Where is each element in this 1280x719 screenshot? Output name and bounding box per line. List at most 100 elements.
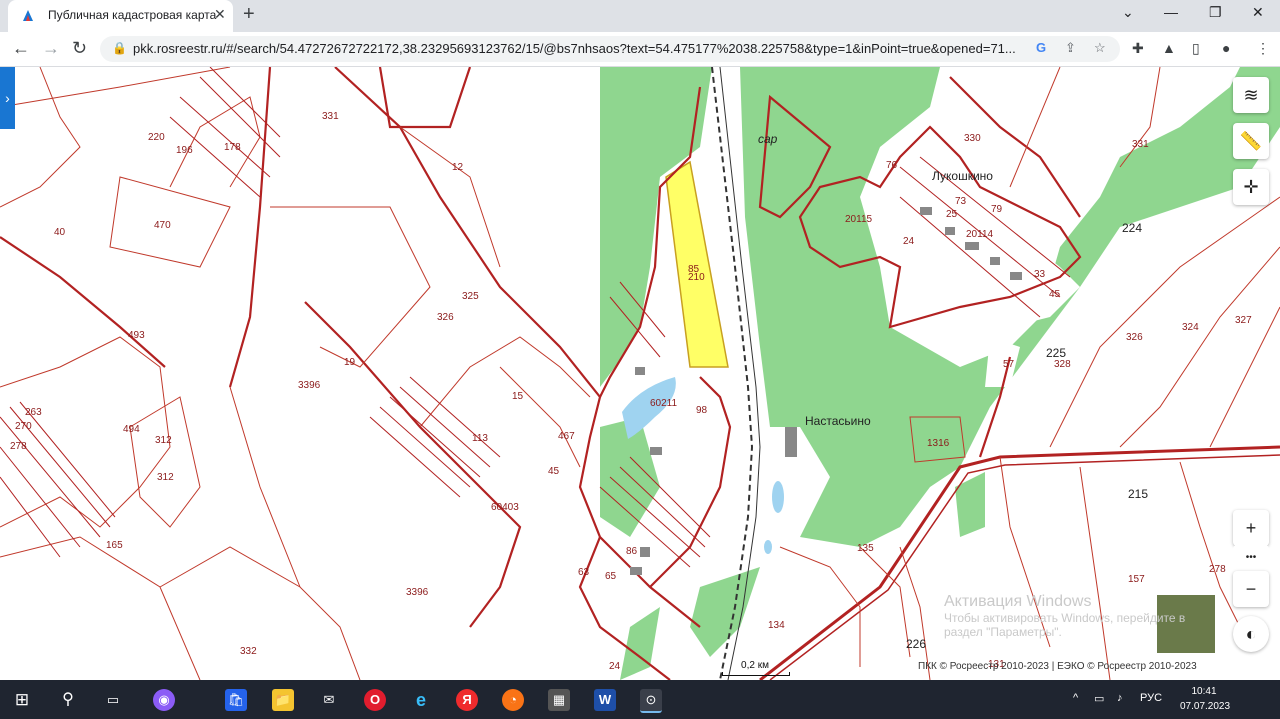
map-canvas[interactable]: Лукошкино Настасьино сар 331 12 40 470 1… xyxy=(0,67,1280,680)
forward-button[interactable]: → xyxy=(42,38,60,59)
parcel-number: 312 xyxy=(155,435,172,446)
browser-titlebar: Публичная кадастровая карта ✕ + ⌄ — ❐ ✕ xyxy=(0,0,1280,32)
share-icon[interactable]: ⇪ xyxy=(1065,40,1076,56)
clock-time: 10:41 xyxy=(1191,686,1217,697)
parcel-number: 1316 xyxy=(927,438,950,449)
bookmark-star-icon[interactable]: ☆ xyxy=(1094,40,1106,56)
locate-button[interactable]: ✛ xyxy=(1233,169,1269,205)
zoom-in-button[interactable]: + xyxy=(1233,510,1269,546)
mail-icon[interactable]: ✉ xyxy=(318,689,340,711)
measure-ruler-button[interactable]: 📏 xyxy=(1233,123,1269,159)
side-panel-toggle[interactable]: › xyxy=(0,67,15,129)
parcel-number: 225 xyxy=(1046,346,1066,360)
parcel-number: 3396 xyxy=(298,380,321,391)
parcel-number: 494 xyxy=(123,424,140,435)
parcel-number: 328 xyxy=(1054,359,1071,370)
task-view-icon[interactable]: ▭ xyxy=(102,689,124,711)
side-panel-icon[interactable]: ▯ xyxy=(1192,40,1200,57)
google-translate-icon[interactable]: G xyxy=(1036,40,1046,55)
place-label-lukoshkino: Лукошкино xyxy=(932,169,993,183)
volume-icon[interactable]: ♪ xyxy=(1117,692,1123,704)
parcel-number: 76 xyxy=(886,160,898,171)
parcel-number: 79 xyxy=(991,204,1003,215)
tab-search-dropdown-icon[interactable]: ⌄ xyxy=(1122,4,1134,21)
new-tab-button[interactable]: + xyxy=(243,3,255,26)
parcel-number: 165 xyxy=(106,540,123,551)
parcel-number: 312 xyxy=(157,472,174,483)
parcel-number: 326 xyxy=(1126,332,1143,343)
opera-icon[interactable]: O xyxy=(364,689,386,711)
maximize-button[interactable]: ❐ xyxy=(1209,4,1222,21)
tab-close-icon[interactable]: ✕ xyxy=(214,6,226,23)
parcel-number: 332 xyxy=(240,646,257,657)
forest-area xyxy=(955,472,985,537)
parcel-number: 215 xyxy=(1128,487,1148,501)
parcel-number: 178 xyxy=(224,142,241,153)
alice-assistant-icon[interactable]: ◉ xyxy=(153,689,175,711)
parcel-number: 73 xyxy=(955,196,967,207)
parcel-number: 24 xyxy=(609,661,621,672)
rosreestr-favicon-icon xyxy=(23,10,33,21)
cadastral-map[interactable]: Лукошкино Настасьино сар 331 12 40 470 1… xyxy=(0,67,1280,680)
parcel-number: 157 xyxy=(1128,574,1145,585)
parcel-number: 20114 xyxy=(966,229,994,240)
layers-button[interactable]: ≋ xyxy=(1233,77,1269,113)
map-attribution: ПКК © Росреестр 2010-2023 | ЕЭКО © Росре… xyxy=(918,661,1197,672)
start-button-icon[interactable]: ⊞ xyxy=(11,689,33,711)
browser-menu-icon[interactable]: ⋮ xyxy=(1256,40,1270,57)
parcel-number: 270 xyxy=(15,421,32,432)
more-options-button[interactable]: ••• xyxy=(1233,545,1269,571)
place-label-sar: сар xyxy=(758,132,778,146)
url-text[interactable]: pkk.rosreestr.ru/#/search/54.47272672722… xyxy=(133,41,1028,56)
back-button[interactable]: ← xyxy=(12,38,30,59)
parcel-number: 224 xyxy=(1122,221,1142,235)
labs-flask-icon[interactable]: ▲ xyxy=(1162,40,1176,56)
yandex-browser-icon[interactable]: Я xyxy=(456,689,478,711)
extensions-icon[interactable]: ✚ xyxy=(1132,40,1144,57)
parcel-number: 57 xyxy=(1003,359,1015,370)
place-label-nastasino: Настасьино xyxy=(805,414,871,428)
parcel-number: 331 xyxy=(322,111,339,122)
battery-icon[interactable]: ▭ xyxy=(1094,692,1104,705)
parcel-number: 135 xyxy=(857,543,874,554)
file-explorer-icon[interactable]: 📁 xyxy=(272,689,294,711)
parcel-number: 63 xyxy=(578,567,590,578)
calculator-icon[interactable]: ▦ xyxy=(548,689,570,711)
reload-button[interactable]: ↻ xyxy=(72,38,87,59)
tray-overflow-icon[interactable]: ^ xyxy=(1073,692,1078,704)
search-icon[interactable]: ⚲ xyxy=(57,689,79,711)
word-icon[interactable]: W xyxy=(594,689,616,711)
parcel-number: 24 xyxy=(903,236,915,247)
parcel-number: 19 xyxy=(344,357,356,368)
chrome-active-icon[interactable]: ⊙ xyxy=(640,689,662,713)
system-clock[interactable]: 10:41 07.07.2023 xyxy=(1180,684,1230,714)
parcel-number: 45 xyxy=(1049,289,1061,300)
lock-icon: 🔒 xyxy=(112,41,127,55)
microsoft-store-icon[interactable]: 🛍 xyxy=(225,689,247,711)
watermark-line: раздел "Параметры". xyxy=(944,625,1062,639)
compass-button[interactable]: ◐ xyxy=(1233,616,1269,652)
parcel-number: 278 xyxy=(1209,564,1226,575)
edge-icon[interactable]: e xyxy=(410,689,432,711)
parcel-number: 33 xyxy=(1034,269,1046,280)
parcel-number: 25 xyxy=(946,209,958,220)
forest-area xyxy=(690,567,760,657)
parcel-number: 278 xyxy=(10,441,27,452)
zoom-out-button[interactable]: − xyxy=(1233,571,1269,607)
minimize-button[interactable]: — xyxy=(1164,4,1178,20)
pond xyxy=(772,481,784,513)
address-bar[interactable]: 🔒 pkk.rosreestr.ru/#/search/54.472726727… xyxy=(100,36,1120,62)
parcel-number: 60211 xyxy=(650,398,678,409)
parcel-number: 325 xyxy=(462,291,479,302)
parcel-number: 324 xyxy=(1182,322,1199,333)
language-indicator[interactable]: РУС xyxy=(1140,692,1162,704)
firefox-icon[interactable]: ◔ xyxy=(502,689,524,711)
pond xyxy=(764,540,772,554)
parcel-number: 20115 xyxy=(845,214,873,225)
browser-tab[interactable]: Публичная кадастровая карта ✕ xyxy=(8,0,233,32)
parcel-number: 45 xyxy=(548,466,560,477)
parcel-number: 196 xyxy=(176,145,193,156)
parcel-number: 467 xyxy=(558,431,575,442)
window-close-button[interactable]: ✕ xyxy=(1252,4,1264,21)
profile-avatar-icon[interactable]: ● xyxy=(1222,40,1230,56)
